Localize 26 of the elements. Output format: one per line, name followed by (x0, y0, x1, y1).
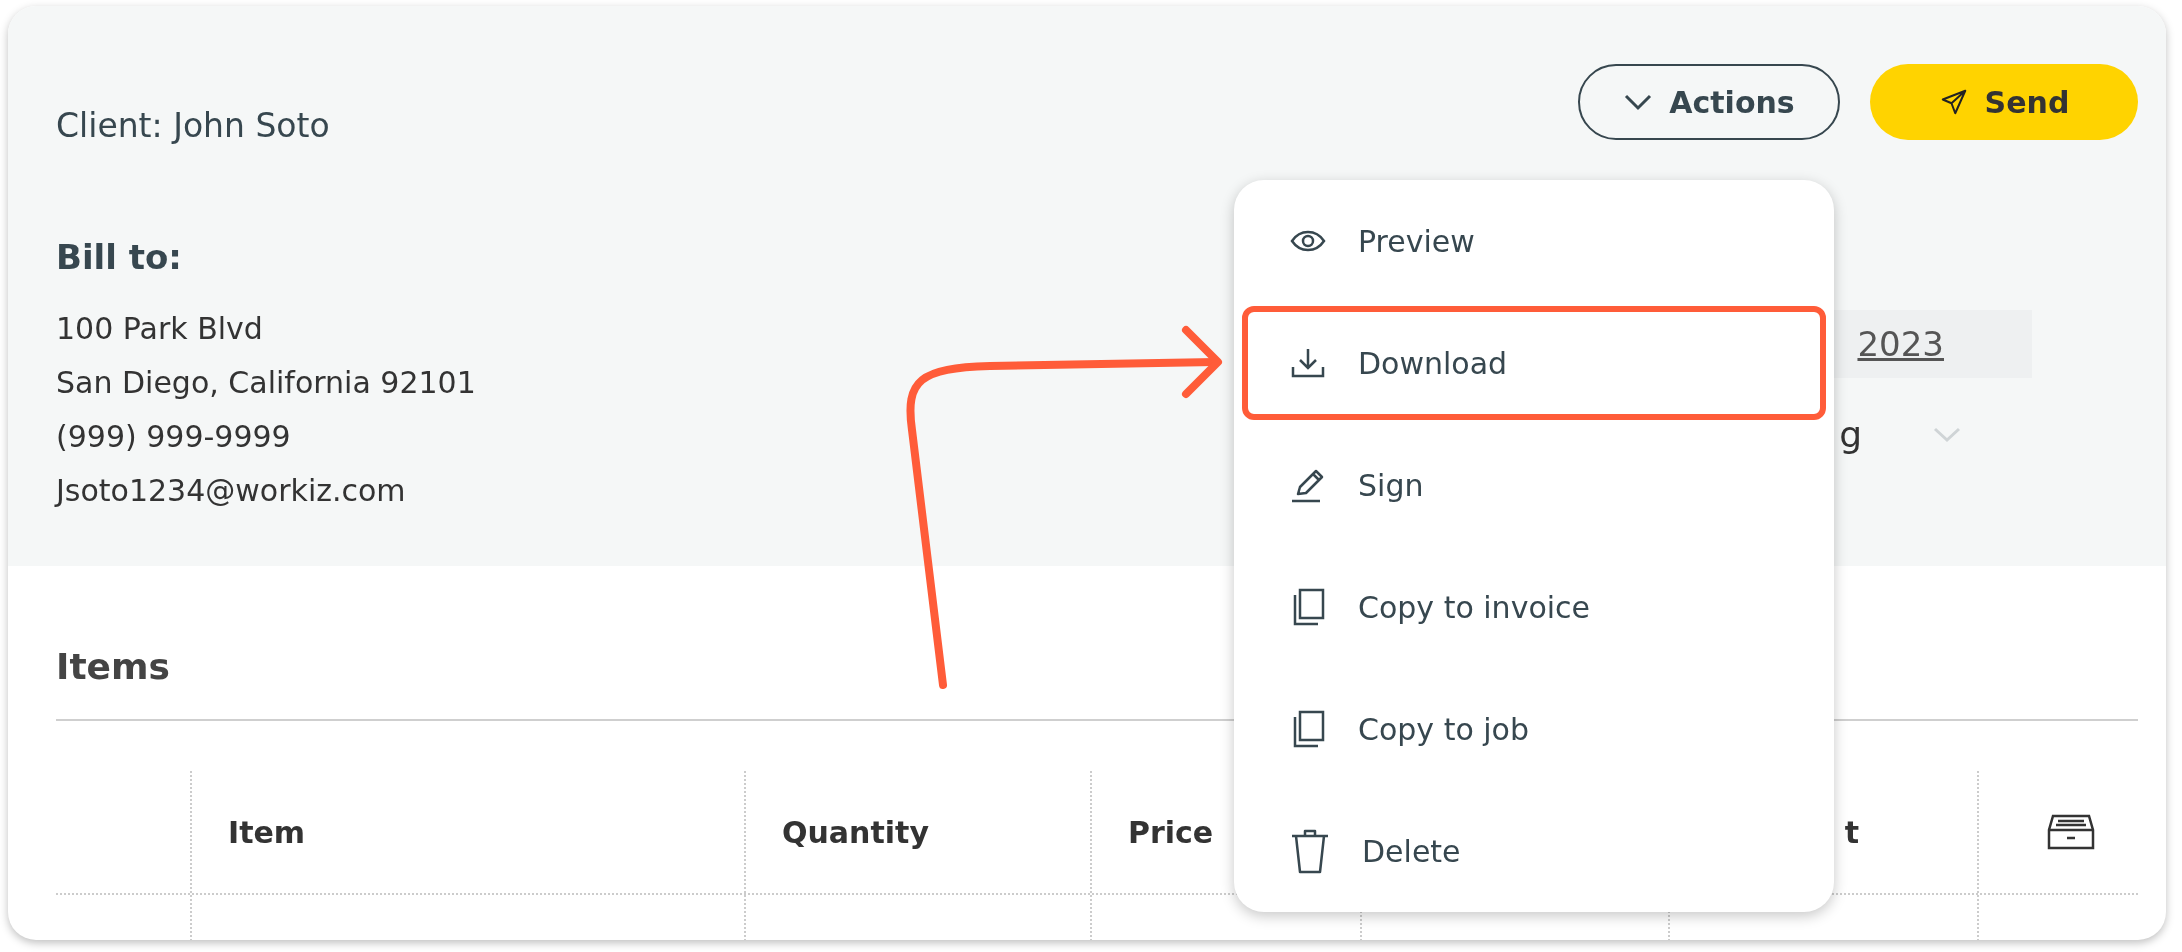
column-header: t (1844, 814, 1859, 850)
actions-button[interactable]: Actions (1578, 64, 1840, 140)
menu-item[interactable]: Sign (1242, 428, 1826, 542)
menu-item[interactable]: Copy to invoice (1242, 550, 1826, 664)
address-line: 100 Park Blvd (56, 310, 264, 348)
menu-item[interactable]: Download (1242, 306, 1826, 420)
send-button[interactable]: Send (1870, 64, 2138, 140)
address-line: Jsoto1234@workiz.com (56, 472, 407, 510)
menu-item[interactable]: Preview (1242, 184, 1826, 298)
bill-to-heading: Bill to: (56, 237, 183, 277)
menu-item[interactable]: Copy to job (1242, 672, 1826, 786)
archive-icon[interactable] (2045, 812, 2097, 852)
address-line: (999) 999-9999 (56, 418, 292, 456)
download-icon (1290, 347, 1326, 379)
column-header: Price (1128, 814, 1214, 850)
address-line: San Diego, California 92101 (56, 364, 476, 402)
column-header: Quantity (782, 814, 929, 850)
select-value: g (1839, 414, 1862, 455)
menu-item[interactable]: Delete (1242, 794, 1826, 908)
eye-icon (1290, 228, 1326, 254)
items-heading: Items (56, 646, 170, 687)
trash-icon (1290, 828, 1330, 874)
pen-icon (1290, 467, 1326, 503)
chevron-down-icon (1623, 92, 1654, 112)
column-header: Item (228, 814, 306, 850)
client-name: Client: John Soto (56, 106, 330, 145)
